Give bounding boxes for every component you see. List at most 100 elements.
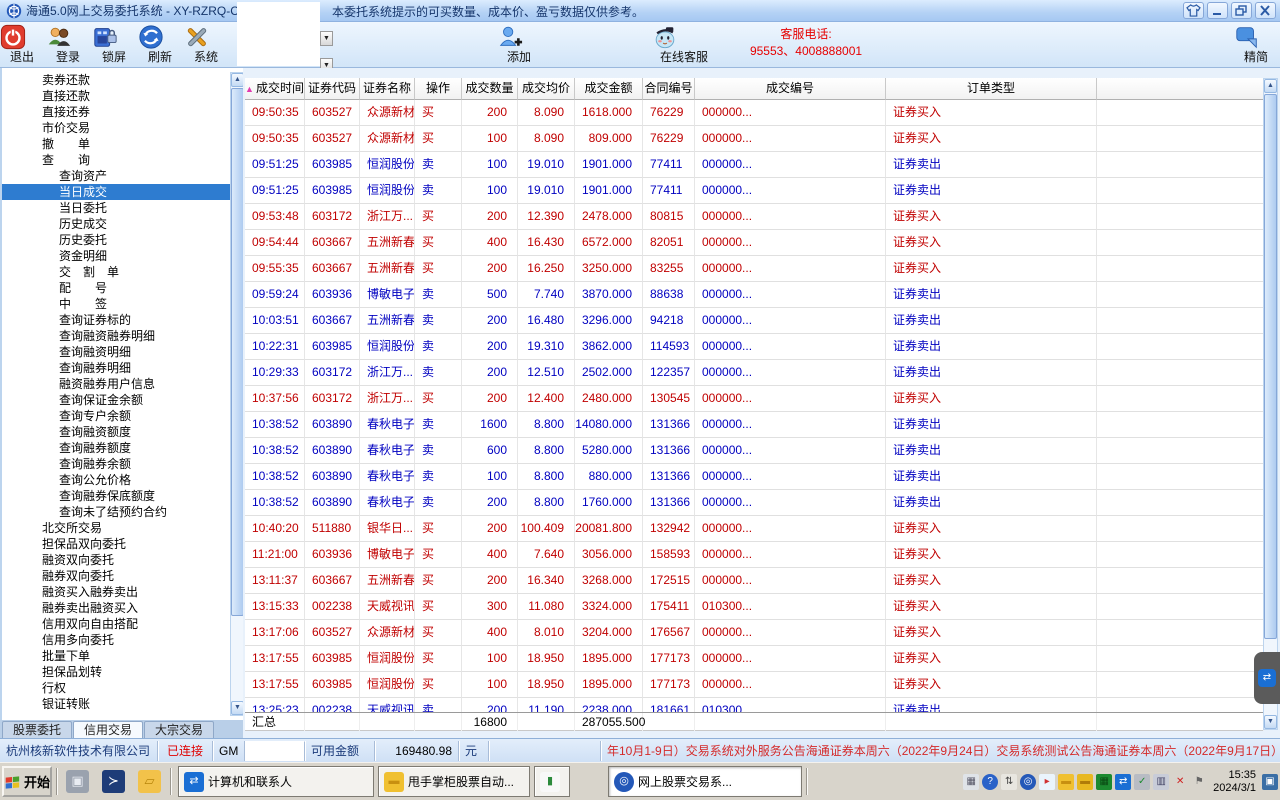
sidebar-item[interactable]: 银证转账: [2, 696, 230, 712]
table-row[interactable]: 09:55:35603667五洲新春买20016.2503250.0008325…: [245, 256, 1264, 282]
sidebar-item[interactable]: 担保品划转: [2, 664, 230, 680]
sidebar-item[interactable]: 担保品双向委托: [2, 536, 230, 552]
sidebar-item[interactable]: 信用双向自由搭配: [2, 616, 230, 632]
column-header[interactable]: 操作: [415, 78, 462, 100]
sidebar-item[interactable]: 融券卖出融资买入: [2, 600, 230, 616]
sidebar-item[interactable]: 交 割 单: [2, 264, 230, 280]
column-header[interactable]: ▲成交时间: [245, 78, 305, 100]
table-row[interactable]: 11:21:00603936博敏电子买4007.6403056.00015859…: [245, 542, 1264, 568]
sidebar-item[interactable]: 查询融资融券明细: [2, 328, 230, 344]
table-row[interactable]: 09:50:35603527众源新材买1008.090809.000762290…: [245, 126, 1264, 152]
sidebar-item[interactable]: 直接还款: [2, 88, 230, 104]
sidebar-item[interactable]: 查询专户余额: [2, 408, 230, 424]
table-row[interactable]: 09:59:24603936博敏电子卖5007.7403870.00088638…: [245, 282, 1264, 308]
sidebar-item[interactable]: 北交所交易: [2, 520, 230, 536]
sidebar-item[interactable]: 查询融券明细: [2, 360, 230, 376]
column-header[interactable]: 证券代码: [305, 78, 360, 100]
bottom-tab[interactable]: 信用交易: [73, 721, 143, 738]
sidebar-item[interactable]: 查询保证金余额: [2, 392, 230, 408]
sidebar-item[interactable]: 直接还券: [2, 104, 230, 120]
sidebar-item[interactable]: 行权: [2, 680, 230, 696]
table-row[interactable]: 09:50:35603527众源新材买2008.0901618.00076229…: [245, 100, 1264, 126]
keyboard-icon[interactable]: ▦: [963, 774, 979, 790]
table-scrollbar[interactable]: ▲ ▼: [1263, 78, 1278, 730]
table-row[interactable]: 10:38:52603890春秋电子卖16008.80014080.000131…: [245, 412, 1264, 438]
table-row[interactable]: 10:03:51603667五洲新春卖20016.4803296.0009421…: [245, 308, 1264, 334]
show-desktop-icon[interactable]: ▣: [1262, 774, 1278, 790]
table-row[interactable]: 13:11:37603667五洲新春买20016.3403268.0001725…: [245, 568, 1264, 594]
skin-shirt-icon[interactable]: [1183, 2, 1204, 19]
table-row[interactable]: 10:22:31603985恒润股份卖20019.3103862.0001145…: [245, 334, 1264, 360]
network-icon[interactable]: ▥: [1153, 774, 1169, 790]
column-header[interactable]: [1097, 78, 1264, 100]
table-row[interactable]: 10:38:52603890春秋电子卖6008.8005280.00013136…: [245, 438, 1264, 464]
flag-icon[interactable]: ⚑: [1191, 774, 1207, 790]
sidebar-item[interactable]: 中 签: [2, 296, 230, 312]
column-header[interactable]: 合同编号: [643, 78, 695, 100]
column-header[interactable]: 成交数量: [462, 78, 518, 100]
column-header[interactable]: 成交编号: [695, 78, 886, 100]
sidebar-item[interactable]: 融券双向委托: [2, 568, 230, 584]
online-service-button[interactable]: 在线客服: [652, 24, 716, 66]
table-row[interactable]: 10:29:33603172浙江万...卖20012.5102502.00012…: [245, 360, 1264, 386]
sidebar-item[interactable]: 历史成交: [2, 216, 230, 232]
column-header[interactable]: 订单类型: [886, 78, 1097, 100]
sidebar-item[interactable]: 市价交易: [2, 120, 230, 136]
taskbar-window-button[interactable]: ▬甩手掌柜股票自动...: [378, 766, 530, 797]
taskbar-window-button[interactable]: ▮: [534, 766, 570, 797]
sidebar-item[interactable]: 融资双向委托: [2, 552, 230, 568]
table-row[interactable]: 13:15:33002238天威视讯买30011.0803324.0001754…: [245, 594, 1264, 620]
teamviewer-panel-handle[interactable]: ⇄: [1254, 652, 1280, 704]
haitong-tray-icon[interactable]: ◎: [1020, 774, 1036, 790]
tray-clock[interactable]: 15:35 2024/3/1: [1210, 769, 1259, 795]
usb-icon[interactable]: ✓: [1134, 774, 1150, 790]
sidebar-item[interactable]: 查 询: [2, 152, 230, 168]
exit-button[interactable]: 退出: [0, 24, 44, 66]
combo-dropdown-icon[interactable]: ▼: [320, 31, 333, 46]
sidebar-item[interactable]: 查询融资额度: [2, 424, 230, 440]
volume-muted-icon[interactable]: ✕: [1172, 774, 1188, 790]
table-row[interactable]: 13:17:06603527众源新材买4008.0103204.00017656…: [245, 620, 1264, 646]
sidebar-item[interactable]: 资金明细: [2, 248, 230, 264]
column-header[interactable]: 成交金额: [575, 78, 643, 100]
sidebar-item[interactable]: 信用多向委托: [2, 632, 230, 648]
restore-button[interactable]: [1231, 2, 1252, 19]
bottom-tab[interactable]: 大宗交易: [144, 721, 214, 738]
lock-screen-button[interactable]: 锁屏: [92, 24, 136, 66]
sidebar-item[interactable]: 查询融券余额: [2, 456, 230, 472]
refresh-button[interactable]: 刷新: [138, 24, 182, 66]
table-row[interactable]: 09:54:44603667五洲新春买40016.4306572.0008205…: [245, 230, 1264, 256]
help-icon[interactable]: ?: [982, 774, 998, 790]
window-restore-icon[interactable]: ⇅: [1001, 774, 1017, 790]
table-row[interactable]: 09:51:25603985恒润股份卖10019.0101901.0007741…: [245, 152, 1264, 178]
chart-flag-icon[interactable]: ▸: [1039, 774, 1055, 790]
table-row[interactable]: 10:37:56603172浙江万...买20012.4002480.00013…: [245, 386, 1264, 412]
powershell-icon[interactable]: ≻: [102, 770, 125, 793]
table-row[interactable]: 10:38:52603890春秋电子卖2008.8001760.00013136…: [245, 490, 1264, 516]
column-header[interactable]: 证券名称: [360, 78, 415, 100]
sidebar-item[interactable]: 配 号: [2, 280, 230, 296]
sidebar-item[interactable]: 查询资产: [2, 168, 230, 184]
sidebar-item[interactable]: 查询证券标的: [2, 312, 230, 328]
gold-bar2-icon[interactable]: ▬: [1077, 774, 1093, 790]
close-button[interactable]: [1255, 2, 1276, 19]
table-row[interactable]: 09:51:25603985恒润股份卖10019.0101901.0007741…: [245, 178, 1264, 204]
gold-bar-icon[interactable]: ▬: [1058, 774, 1074, 790]
sidebar-item[interactable]: 卖券还款: [2, 72, 230, 88]
bottom-tab[interactable]: 股票委托: [2, 721, 72, 738]
table-row[interactable]: 13:17:55603985恒润股份买10018.9501895.0001771…: [245, 646, 1264, 672]
sidebar-item[interactable]: 批量下单: [2, 648, 230, 664]
table-row[interactable]: 13:17:55603985恒润股份买10018.9501895.0001771…: [245, 672, 1264, 698]
scrollbar-thumb[interactable]: [1264, 94, 1277, 639]
computer-icon[interactable]: ▣: [66, 770, 89, 793]
simplify-button[interactable]: 精简: [1234, 24, 1278, 66]
login-button[interactable]: 登录: [46, 24, 90, 66]
sidebar-item[interactable]: 融资买入融券卖出: [2, 584, 230, 600]
table-row[interactable]: 10:38:52603890春秋电子卖1008.800880.000131366…: [245, 464, 1264, 490]
sidebar-item[interactable]: 查询融券额度: [2, 440, 230, 456]
teamviewer-tray-icon[interactable]: ⇄: [1115, 774, 1131, 790]
green-board-icon[interactable]: ▦: [1096, 774, 1112, 790]
sidebar-item[interactable]: 查询未了结预约合约: [2, 504, 230, 520]
sidebar-item[interactable]: 查询融券保底额度: [2, 488, 230, 504]
add-button[interactable]: 添加: [497, 24, 541, 66]
